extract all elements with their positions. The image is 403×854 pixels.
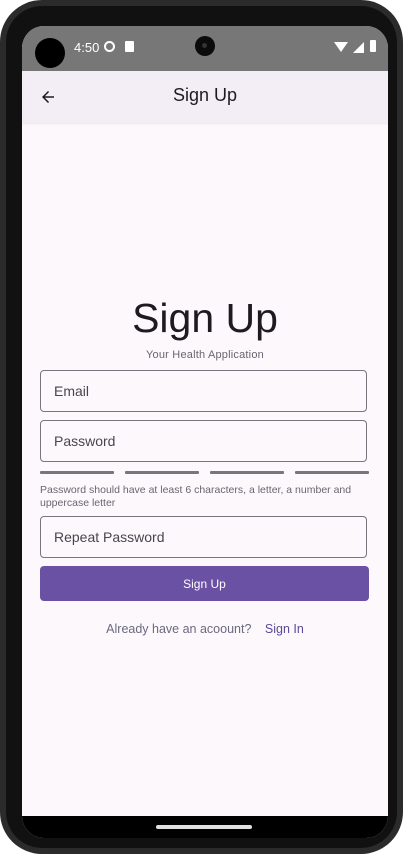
- app-bar: Sign Up: [22, 71, 388, 123]
- password-hint: Password should have at least 6 characte…: [40, 484, 352, 509]
- device-bezel: 4:50 Sign Up Sign Up Your Health Applica…: [6, 6, 397, 848]
- password-strength-segment: [295, 471, 369, 474]
- password-strength-segment: [40, 471, 114, 474]
- status-time: 4:50: [74, 40, 100, 55]
- repeat-password-field[interactable]: [40, 516, 367, 558]
- password-field[interactable]: [40, 420, 367, 462]
- password-strength-segment: [125, 471, 199, 474]
- signup-form: Sign Up Your Health Application Password…: [22, 123, 388, 823]
- signal-icon: [353, 42, 364, 53]
- signin-row: Already have an acoount? Sign In: [22, 622, 388, 636]
- sign-in-link[interactable]: Sign In: [265, 622, 304, 636]
- signin-prompt: Already have an acoount?: [106, 622, 252, 636]
- status-bar: 4:50: [22, 26, 388, 71]
- app-bar-title: Sign Up: [172, 85, 238, 105]
- wifi-icon: [334, 42, 348, 52]
- battery-icon: [370, 40, 376, 52]
- email-field[interactable]: [40, 370, 367, 412]
- camera-cutout-icon: [35, 38, 65, 68]
- settings-icon: [104, 41, 115, 52]
- page-subtitle: Your Health Application: [146, 349, 264, 361]
- navigation-bar: [22, 816, 388, 838]
- screen: 4:50 Sign Up Sign Up Your Health Applica…: [22, 26, 388, 838]
- home-gesture-handle[interactable]: [156, 825, 252, 829]
- sign-up-button[interactable]: Sign Up: [40, 566, 369, 601]
- front-camera-icon: [195, 36, 215, 56]
- sd-card-icon: [125, 41, 134, 52]
- device-frame: 4:50 Sign Up Sign Up Your Health Applica…: [0, 0, 403, 854]
- password-strength-segment: [210, 471, 284, 474]
- page-title: Sign Up: [132, 295, 278, 341]
